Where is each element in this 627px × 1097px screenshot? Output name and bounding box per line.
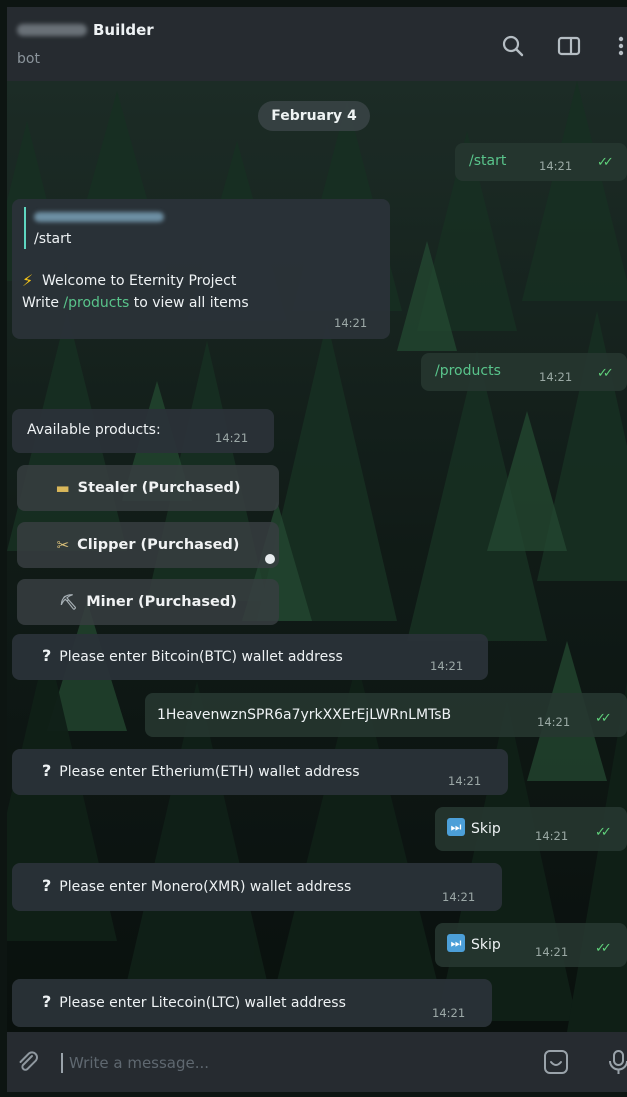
attach-paperclip-icon[interactable] (13, 1047, 43, 1077)
microphone-icon[interactable] (603, 1047, 627, 1077)
callback-loading-icon (265, 554, 275, 564)
date-separator: February 4 (258, 101, 370, 131)
message-time: 14:21 (539, 370, 573, 384)
message-time: 14:21 (448, 774, 482, 788)
products-line-suffix: to view all items (129, 295, 249, 311)
more-options-icon[interactable] (607, 32, 627, 60)
message-text: Please enter Etherium(ETH) wallet addres… (59, 764, 360, 780)
message-time: 14:21 (539, 159, 573, 173)
question-mark-icon: ? (42, 992, 52, 1011)
read-checkmarks-icon: ✓✓ (597, 366, 614, 381)
message-text: Please enter Litecoin(LTC) wallet addres… (59, 995, 346, 1011)
sidebar-toggle-icon[interactable] (555, 32, 583, 60)
message-list[interactable]: February 4 /start 14:21 ✓✓ /start ⚡ Welc… (7, 81, 627, 1032)
outgoing-message-btc-address[interactable]: 1HeavenwznSPR6a7yrkXXErEjLWRnLMTsB 14:21… (145, 693, 627, 737)
message-text[interactable]: /products (435, 361, 501, 381)
chat-header: Builder bot (7, 7, 627, 81)
message-text: Skip (471, 937, 501, 953)
incoming-message-xmr-prompt[interactable]: ? Please enter Monero(XMR) wallet address… (12, 863, 502, 911)
message-line: ? Please enter Litecoin(LTC) wallet addre… (42, 992, 346, 1013)
message-line: ? Please enter Monero(XMR) wallet address (42, 876, 351, 897)
question-mark-icon: ? (42, 646, 52, 665)
message-line: ? Please enter Etherium(ETH) wallet addre… (42, 761, 360, 782)
outgoing-message-skip[interactable]: ⏭ Skip 14:21 ✓✓ (435, 923, 627, 967)
reply-quote-bar (24, 207, 26, 249)
message-text[interactable]: 1HeavenwznSPR6a7yrkXXErEjLWRnLMTsB (157, 705, 451, 725)
reply-quote-text: /start (34, 231, 72, 247)
message-text: Skip (471, 821, 501, 837)
question-mark-icon: ? (42, 876, 52, 895)
pickaxe-icon: ⛏ (59, 593, 79, 611)
question-mark-icon: ? (42, 761, 52, 780)
stealer-product-button[interactable]: ▬ Stealer (Purchased) (17, 465, 279, 511)
message-text: Available products: (27, 422, 161, 438)
message-input[interactable]: Write a message... (61, 1053, 209, 1073)
blurred-reply-author (34, 212, 164, 222)
message-text[interactable]: /start (469, 151, 506, 171)
scissors-icon: ✂ (56, 536, 70, 554)
read-checkmarks-icon: ✓✓ (595, 711, 612, 726)
skip-emoji-icon: ⏭ (447, 818, 465, 836)
credit-card-icon: ▬ (55, 479, 70, 497)
message-line: ? Please enter Bitcoin(BTC) wallet addres… (42, 646, 343, 667)
chat-title: Builder (93, 21, 154, 39)
stealer-button-label: Stealer (Purchased) (77, 480, 241, 496)
message-time: 14:21 (442, 890, 476, 904)
miner-button-label: Miner (Purchased) (86, 594, 237, 610)
message-time: 14:21 (537, 715, 571, 729)
outgoing-message-start[interactable]: /start 14:21 ✓✓ (455, 143, 627, 181)
message-time: 14:21 (535, 945, 569, 959)
blurred-bot-name (17, 24, 87, 36)
telegram-chat-window: Builder bot February 4 /start 14:21 ✓✓ /… (7, 7, 627, 1092)
incoming-message-eth-prompt[interactable]: ? Please enter Etherium(ETH) wallet addre… (12, 749, 508, 795)
message-text: Please enter Bitcoin(BTC) wallet address (59, 649, 343, 665)
incoming-message-ltc-prompt[interactable]: ? Please enter Litecoin(LTC) wallet addre… (12, 979, 492, 1027)
products-line: Write /products to view all items (22, 293, 249, 313)
message-time: 14:21 (215, 431, 249, 445)
clipper-button-label: Clipper (Purchased) (77, 537, 240, 553)
message-composer: Write a message... (7, 1032, 627, 1092)
search-icon[interactable] (499, 32, 527, 60)
products-line-prefix: Write (22, 295, 64, 311)
skip-emoji-icon: ⏭ (447, 934, 465, 952)
read-checkmarks-icon: ✓✓ (597, 155, 614, 170)
incoming-message-available-products[interactable]: Available products: 14:21 (12, 409, 274, 453)
clipper-product-button[interactable]: ✂ Clipper (Purchased) (17, 522, 279, 568)
incoming-message-btc-prompt[interactable]: ? Please enter Bitcoin(BTC) wallet addres… (12, 634, 488, 680)
incoming-message-welcome[interactable]: /start ⚡ Welcome to Eternity Project Wri… (12, 199, 390, 339)
message-time: 14:21 (432, 1006, 466, 1020)
message-time: 14:21 (334, 316, 368, 330)
lightning-emoji-icon: ⚡ (22, 271, 34, 290)
message-time: 14:21 (535, 829, 569, 843)
products-command-link[interactable]: /products (63, 295, 129, 311)
chat-title-row[interactable]: Builder (17, 21, 154, 39)
emoji-sticker-icon[interactable] (541, 1047, 571, 1077)
outgoing-message-skip[interactable]: ⏭ Skip 14:21 ✓✓ (435, 807, 627, 851)
outgoing-message-products[interactable]: /products 14:21 ✓✓ (421, 353, 627, 391)
miner-product-button[interactable]: ⛏ Miner (Purchased) (17, 579, 279, 625)
read-checkmarks-icon: ✓✓ (595, 825, 612, 840)
message-time: 14:21 (430, 659, 464, 673)
chat-subtitle: bot (17, 51, 40, 67)
message-text: Please enter Monero(XMR) wallet address (59, 879, 352, 895)
read-checkmarks-icon: ✓✓ (595, 941, 612, 956)
welcome-line: Welcome to Eternity Project (42, 273, 237, 289)
